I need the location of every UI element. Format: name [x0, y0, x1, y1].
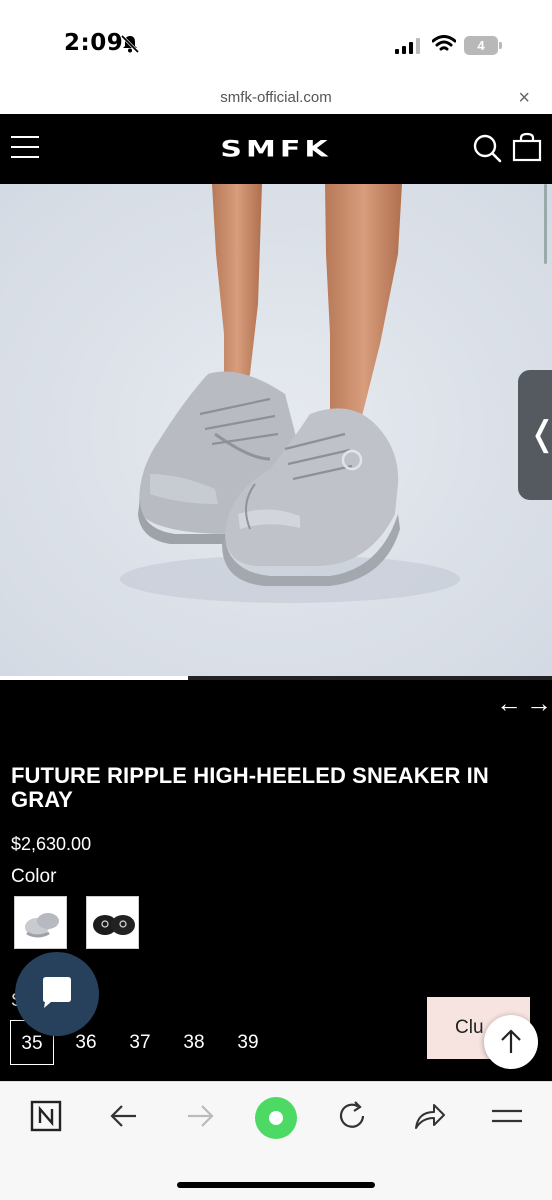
menu-icon[interactable]: [490, 1100, 524, 1132]
home-indicator: [177, 1182, 375, 1188]
back-icon[interactable]: [108, 1100, 140, 1132]
silent-bell-icon: [120, 34, 140, 54]
chevron-left-icon: ❬: [528, 414, 552, 454]
gallery-progress-fill: [0, 676, 188, 680]
battery-level: 4: [464, 36, 498, 55]
sneaker-photo: [0, 184, 552, 676]
forward-icon[interactable]: [184, 1100, 216, 1132]
scroll-to-top-button[interactable]: [484, 1015, 538, 1069]
chat-button[interactable]: [15, 952, 99, 1036]
gray-sneaker-thumbnail: [15, 897, 66, 948]
size-option-37[interactable]: 37: [118, 1020, 162, 1065]
site-logo[interactable]: SMFK: [0, 136, 552, 162]
chat-icon: [43, 977, 71, 1008]
shopping-bag-icon[interactable]: [512, 132, 542, 162]
arrow-up-icon: [501, 1029, 521, 1053]
side-panel-tab[interactable]: ❬: [518, 370, 552, 500]
battery-icon: 4: [464, 36, 502, 55]
product-image[interactable]: [0, 184, 552, 676]
n-logo-icon[interactable]: [30, 1100, 62, 1132]
color-label: Color: [11, 866, 57, 887]
color-swatch-gray[interactable]: [14, 896, 67, 949]
black-sneaker-thumbnail: [87, 897, 138, 948]
url-text[interactable]: smfk-official.com: [0, 89, 552, 106]
product-price: $2,630.00: [11, 834, 92, 854]
size-option-39[interactable]: 39: [226, 1020, 270, 1065]
gallery-next-arrow-icon[interactable]: →: [526, 688, 552, 719]
reload-icon[interactable]: [336, 1100, 368, 1132]
status-bar: 2:09 4: [0, 0, 552, 86]
gallery-progress-track: [0, 676, 552, 680]
share-icon[interactable]: [412, 1100, 446, 1132]
home-dot-icon[interactable]: [254, 1096, 298, 1140]
clock: 2:09: [64, 30, 124, 56]
page-scroll-indicator: [544, 184, 547, 264]
gallery-prev-arrow-icon[interactable]: ←: [496, 688, 522, 719]
size-option-38[interactable]: 38: [172, 1020, 216, 1065]
url-bar[interactable]: smfk-official.com ×: [0, 86, 552, 114]
product-title: FUTURE RIPPLE HIGH-HEELED SNEAKER IN GRA…: [11, 763, 489, 812]
search-icon[interactable]: [472, 133, 502, 163]
close-icon[interactable]: ×: [518, 87, 530, 110]
color-swatch-black[interactable]: [86, 896, 139, 949]
cellular-signal-icon: [395, 38, 420, 54]
site-header: SMFK: [0, 114, 552, 184]
wifi-icon: [432, 35, 456, 51]
